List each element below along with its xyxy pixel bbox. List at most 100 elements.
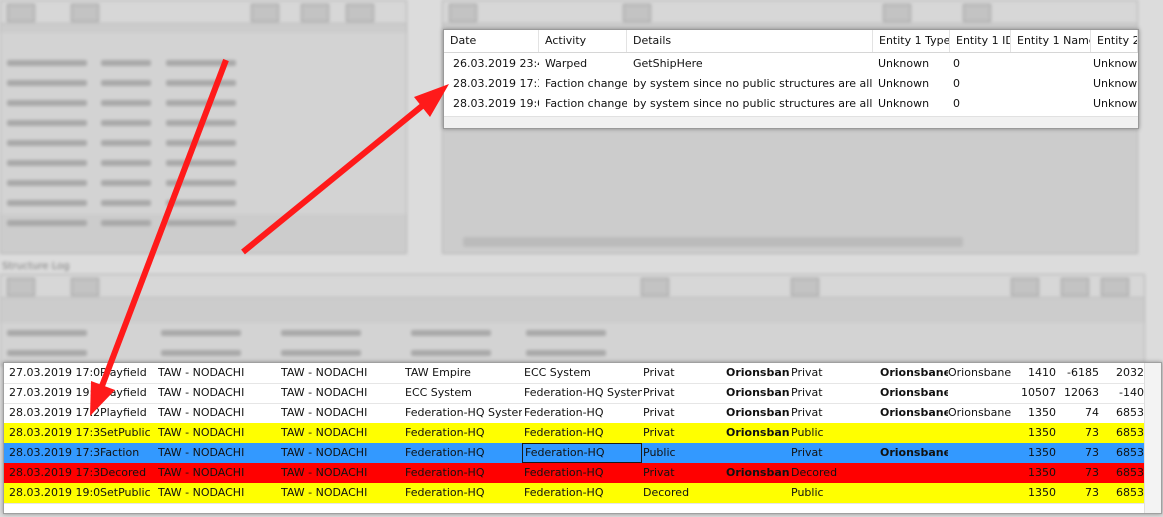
cell-old-owner-type: Decored [643,486,690,499]
cell-new-owner: Orionsbane [880,366,948,379]
cell-height: 73 [1085,426,1099,439]
cell-old-playfield: ECC System [405,386,472,399]
cell-old-owner-type: Public [643,446,676,459]
column-header-entity2[interactable]: Entity 2 [1091,30,1138,52]
table-row[interactable]: 28.03.2019 19:01 SetPublic TAW - NODACHI… [4,483,1144,504]
entity1-type: Unknown [878,97,930,110]
cell-new-owner: Orionsbane [880,406,948,419]
activity-row[interactable]: 26.03.2019 23:49 Warped GetShipHere Unkn… [444,54,1138,74]
structure-log-grid[interactable]: 27.03.2019 17:06 Playfield TAW - NODACHI… [3,362,1162,514]
activity-type: Warped [545,57,588,70]
cell-new-name: TAW - NODACHI [281,406,368,419]
activity-type: Faction changed [545,77,627,90]
cell-height: 12063 [1064,386,1099,399]
entity2: Unknow [1093,77,1138,90]
entity1-type: Unknown [878,57,930,70]
cell-dx: 1350 [1028,426,1056,439]
bg-upper-left-grid [0,0,407,254]
cell-dz: 6853 [1116,426,1144,439]
column-header-activity[interactable]: Activity [539,30,627,52]
cell-new-owner: Orionsbane [880,446,948,459]
cell-change: Faction [100,446,140,459]
cell-height: 73 [1085,486,1099,499]
cell-old-owner-type: Privat [643,466,675,479]
cell-new-playfield: Federation-HQ System [524,386,642,399]
cell-new-owner-type: Privat [791,386,823,399]
column-header-entity1-id[interactable]: Entity 1 ID [950,30,1011,52]
table-row-selected[interactable]: 28.03.2019 17:33 Faction TAW - NODACHI T… [4,443,1144,464]
activity-details: GetShipHere [633,57,703,70]
entity1-id: 0 [953,57,960,70]
entity2: Unknow [1093,97,1138,110]
activity-row[interactable]: 28.03.2019 17:30 Faction changed by syst… [444,74,1138,94]
cell-pilot: Orionsbane [948,406,1012,419]
cell-old-owner-type: Privat [643,426,675,439]
table-row[interactable]: 28.03.2019 17:27 Playfield TAW - NODACHI… [4,403,1144,424]
activity-date: 28.03.2019 17:30 [453,77,539,90]
cell-dz: 6853 [1116,466,1144,479]
column-header-date[interactable]: Date [444,30,539,52]
cell-new-name: TAW - NODACHI [281,486,368,499]
cell-new-name: TAW - NODACHI [281,446,368,459]
cell-new-playfield-focused[interactable]: Federation-HQ [522,443,642,463]
entity1-type: Unknown [878,77,930,90]
cell-new-owner: Orionsbane [880,386,948,399]
cell-old-playfield: Federation-HQ [405,446,485,459]
cell-dz: 2032 [1116,366,1144,379]
cell-dx: 1350 [1028,406,1056,419]
cell-date: 27.03.2019 19:07 [9,386,101,399]
entity2: Unknow [1093,57,1138,70]
cell-change: SetPublic [100,426,151,439]
table-row[interactable]: 27.03.2019 17:06 Playfield TAW - NODACHI… [4,363,1144,384]
cell-dx: 1350 [1028,486,1056,499]
cell-change: SetPublic [100,486,151,499]
cell-dx: 1410 [1028,366,1056,379]
cell-dz: 6853 [1116,446,1144,459]
cell-old-owner: Orionsbane [726,366,790,379]
cell-new-owner-type: Public [791,486,824,499]
cell-new-owner-type: Decored [791,466,838,479]
table-row[interactable]: 28.03.2019 17:39 Decored TAW - NODACHI T… [4,463,1144,484]
entity1-id: 0 [953,97,960,110]
cell-old-name: TAW - NODACHI [158,426,245,439]
cell-dx: 1350 [1028,466,1056,479]
column-header-details[interactable]: Details [627,30,873,52]
cell-old-playfield: Federation-HQ System [405,406,522,419]
activity-grid-hscrollbar[interactable] [444,116,1138,128]
activity-details: by system since no public structures are… [633,97,873,110]
cell-dx: 1350 [1028,446,1056,459]
cell-old-owner: Orionsbane [726,466,790,479]
cell-old-owner-type: Privat [643,366,675,379]
cell-dz: 6853 [1116,486,1144,499]
cell-old-name: TAW - NODACHI [158,366,245,379]
activity-date: 28.03.2019 19:01 [453,97,539,110]
structure-log-vscrollbar[interactable] [1144,363,1161,513]
cell-dx: 10507 [1021,386,1056,399]
entity1-id: 0 [953,77,960,90]
cell-old-name: TAW - NODACHI [158,486,245,499]
cell-change: Playfield [100,386,147,399]
cell-old-owner: Orionsbane [726,426,790,439]
table-row[interactable]: 27.03.2019 19:07 Playfield TAW - NODACHI… [4,383,1144,404]
activity-details: by system since no public structures are… [633,77,873,90]
cell-dz: -140 [1119,386,1144,399]
cell-new-playfield: ECC System [524,366,591,379]
cell-date: 28.03.2019 19:01 [9,486,101,499]
activity-grid-header: Date Activity Details Entity 1 Type Enti… [444,30,1138,53]
column-header-entity1-type[interactable]: Entity 1 Type [873,30,950,52]
cell-new-name: TAW - NODACHI [281,366,368,379]
cell-change: Playfield [100,406,147,419]
cell-old-name: TAW - NODACHI [158,386,245,399]
cell-old-playfield: TAW Empire [405,366,471,379]
cell-new-playfield: Federation-HQ [524,406,604,419]
column-header-entity1-name[interactable]: Entity 1 Name [1011,30,1091,52]
cell-old-owner-type: Privat [643,386,675,399]
cell-new-name: TAW - NODACHI [281,426,368,439]
activity-row[interactable]: 28.03.2019 19:01 Faction changed by syst… [444,94,1138,114]
cell-old-owner: Orionsbane [726,386,790,399]
cell-new-playfield: Federation-HQ [524,486,604,499]
bg-lower-grid-header [0,274,1145,366]
cell-new-playfield: Federation-HQ [524,466,604,479]
activity-detail-grid[interactable]: Date Activity Details Entity 1 Type Enti… [443,29,1139,129]
table-row[interactable]: 28.03.2019 17:30 SetPublic TAW - NODACHI… [4,423,1144,444]
